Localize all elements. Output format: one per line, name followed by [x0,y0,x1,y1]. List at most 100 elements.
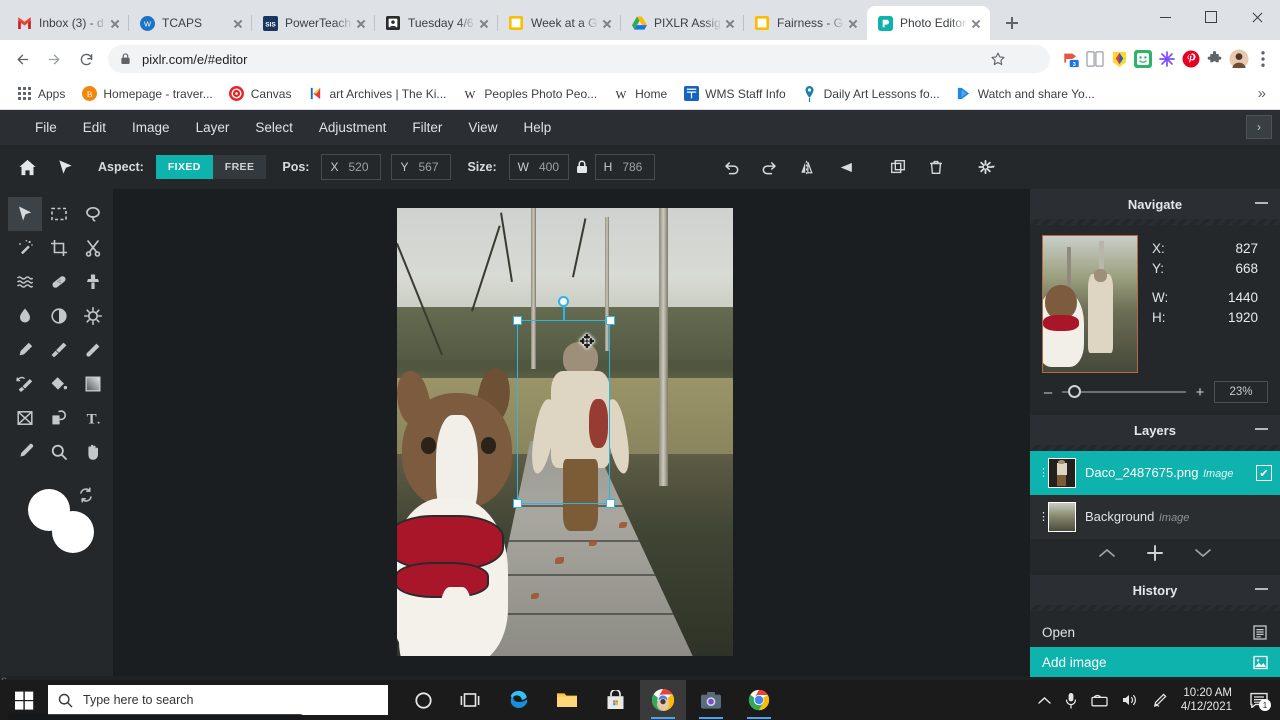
volume-icon[interactable] [1122,693,1138,707]
heal-tool[interactable] [42,265,76,299]
lasso-select-tool[interactable] [76,197,110,231]
replace-color-tool[interactable] [8,367,42,401]
cortana-icon[interactable] [400,680,446,720]
home-icon[interactable] [10,152,44,182]
close-icon[interactable] [107,15,123,31]
zoom-slider-track[interactable] [1062,385,1186,398]
selection-handle-bl[interactable] [513,499,522,508]
marquee-select-tool[interactable] [42,197,76,231]
minimize-navigate-icon[interactable] [1255,202,1268,204]
bookmark-apps[interactable]: Apps [8,82,73,106]
add-layer-icon[interactable] [1145,543,1165,563]
chrome-icon[interactable] [736,680,782,720]
puzzle-extensions-icon[interactable] [1204,48,1226,70]
close-icon[interactable] [968,15,984,31]
text-tool[interactable]: T [76,401,110,435]
browser-tab-2[interactable]: SIS PowerTeach [251,6,375,40]
paint-brush-tool[interactable] [42,333,76,367]
menu-item-edit[interactable]: Edit [70,110,119,145]
color-picker-tool[interactable] [8,333,42,367]
menu-item-select[interactable]: Select [242,110,306,145]
menu-item-adjustment[interactable]: Adjustment [306,110,400,145]
task-view-icon[interactable] [448,680,494,720]
menu-item-help[interactable]: Help [510,110,564,145]
layer-drag-handle[interactable]: ⋮ [1038,511,1049,522]
paint-bucket-tool[interactable] [42,367,76,401]
close-icon[interactable] [353,15,369,31]
arrange-cursor-icon[interactable] [48,152,82,182]
close-icon[interactable] [599,15,615,31]
pen-icon[interactable] [1152,692,1167,708]
browser-tab-7[interactable]: Photo Editor [867,6,990,40]
browser-tab-3[interactable]: Tuesday 4/6 [374,6,498,40]
magic-wand-tool[interactable] [8,231,42,265]
layer-row[interactable]: ⋮ Background Image [1030,495,1280,539]
move-layer-up-icon[interactable] [1097,547,1117,559]
arrange-tool[interactable] [8,197,42,231]
move-layer-down-icon[interactable] [1193,547,1213,559]
close-icon[interactable] [722,15,738,31]
maximize-window-button[interactable] [1188,0,1234,34]
minimize-window-button[interactable] [1142,0,1188,34]
close-icon[interactable] [845,15,861,31]
size-width-field[interactable]: W 400 [508,154,569,180]
blur-tool[interactable] [8,299,42,333]
reload-icon[interactable] [72,45,100,73]
browser-tab-4[interactable]: Week at a G [497,6,621,40]
bookmark-daily-art-lessons[interactable]: Daily Art Lessons fo... [794,82,948,106]
onedrive-tray-icon[interactable] [1091,694,1108,707]
bookmark-wms-staff-info[interactable]: WMS Staff Info [675,82,793,106]
dodge-burn-tool[interactable] [42,299,76,333]
menu-item-file[interactable]: File [22,110,70,145]
detail-tool[interactable] [76,299,110,333]
asterisk-icon[interactable] [1156,48,1178,70]
crop-tool[interactable] [42,231,76,265]
minimize-layers-icon[interactable] [1255,428,1268,430]
history-row[interactable]: Open [1030,617,1280,647]
bookmark-star-icon[interactable] [986,47,1010,71]
tab-split-icon[interactable] [1084,48,1106,70]
zoom-in-button[interactable]: + [1194,384,1206,401]
bookmark-art-archives[interactable]: art Archives | The Ki... [299,82,454,106]
address-bar[interactable]: pixlr.com/e/#editor [108,45,1050,73]
smiley-green-icon[interactable] [1132,48,1154,70]
close-icon[interactable] [230,15,246,31]
minimize-history-icon[interactable] [1255,588,1268,590]
browser-tab-0[interactable]: Inbox (3) - d [6,6,129,40]
chrome-profile-icon[interactable] [640,680,686,720]
history-row[interactable]: Add image [1030,647,1280,677]
zoom-out-button[interactable]: – [1042,384,1054,401]
settings-gear-icon[interactable] [971,152,1005,182]
taskbar-clock[interactable]: 10:20 AM 4/12/2021 [1181,686,1232,714]
panel-toggle-button[interactable]: › [1246,115,1272,139]
menu-item-image[interactable]: Image [119,110,183,145]
bookmarks-overflow-button[interactable]: » [1252,85,1272,102]
bookmark-peoples-photo[interactable]: W Peoples Photo Peo... [454,82,605,106]
swap-arrows-icon[interactable] [78,487,94,503]
selection-handle-br[interactable] [606,499,615,508]
duplicate-icon[interactable] [881,152,915,182]
close-window-button[interactable] [1234,0,1280,34]
selection-handle-tl[interactable] [513,316,522,325]
camera-icon[interactable] [688,680,734,720]
aspect-free-button[interactable]: FREE [212,155,267,179]
microphone-icon[interactable] [1065,692,1077,709]
layer-row[interactable]: ⋮ Daco_2487675.png Image ✔ [1030,451,1280,495]
show-hidden-icons-chevron[interactable] [1038,696,1051,705]
new-tab-button[interactable] [998,9,1026,37]
back-icon[interactable] [8,45,36,73]
flip-vertical-icon[interactable] [829,152,863,182]
cutout-scissors-tool[interactable] [76,231,110,265]
flip-horizontal-icon[interactable] [791,152,825,182]
menu-item-layer[interactable]: Layer [183,110,243,145]
forward-icon[interactable] [40,45,68,73]
shape-tool[interactable] [8,401,42,435]
microsoft-store-icon[interactable] [592,680,638,720]
bookmark-home[interactable]: W Home [605,82,675,106]
canvas-area[interactable]: ✥ [113,189,1030,676]
aspect-fixed-button[interactable]: FIXED [155,155,213,179]
navigate-thumbnail[interactable] [1042,235,1138,373]
clone-stamp-tool[interactable] [76,265,110,299]
draw-tool[interactable] [42,401,76,435]
zoom-value-field[interactable]: 23% [1214,381,1268,403]
